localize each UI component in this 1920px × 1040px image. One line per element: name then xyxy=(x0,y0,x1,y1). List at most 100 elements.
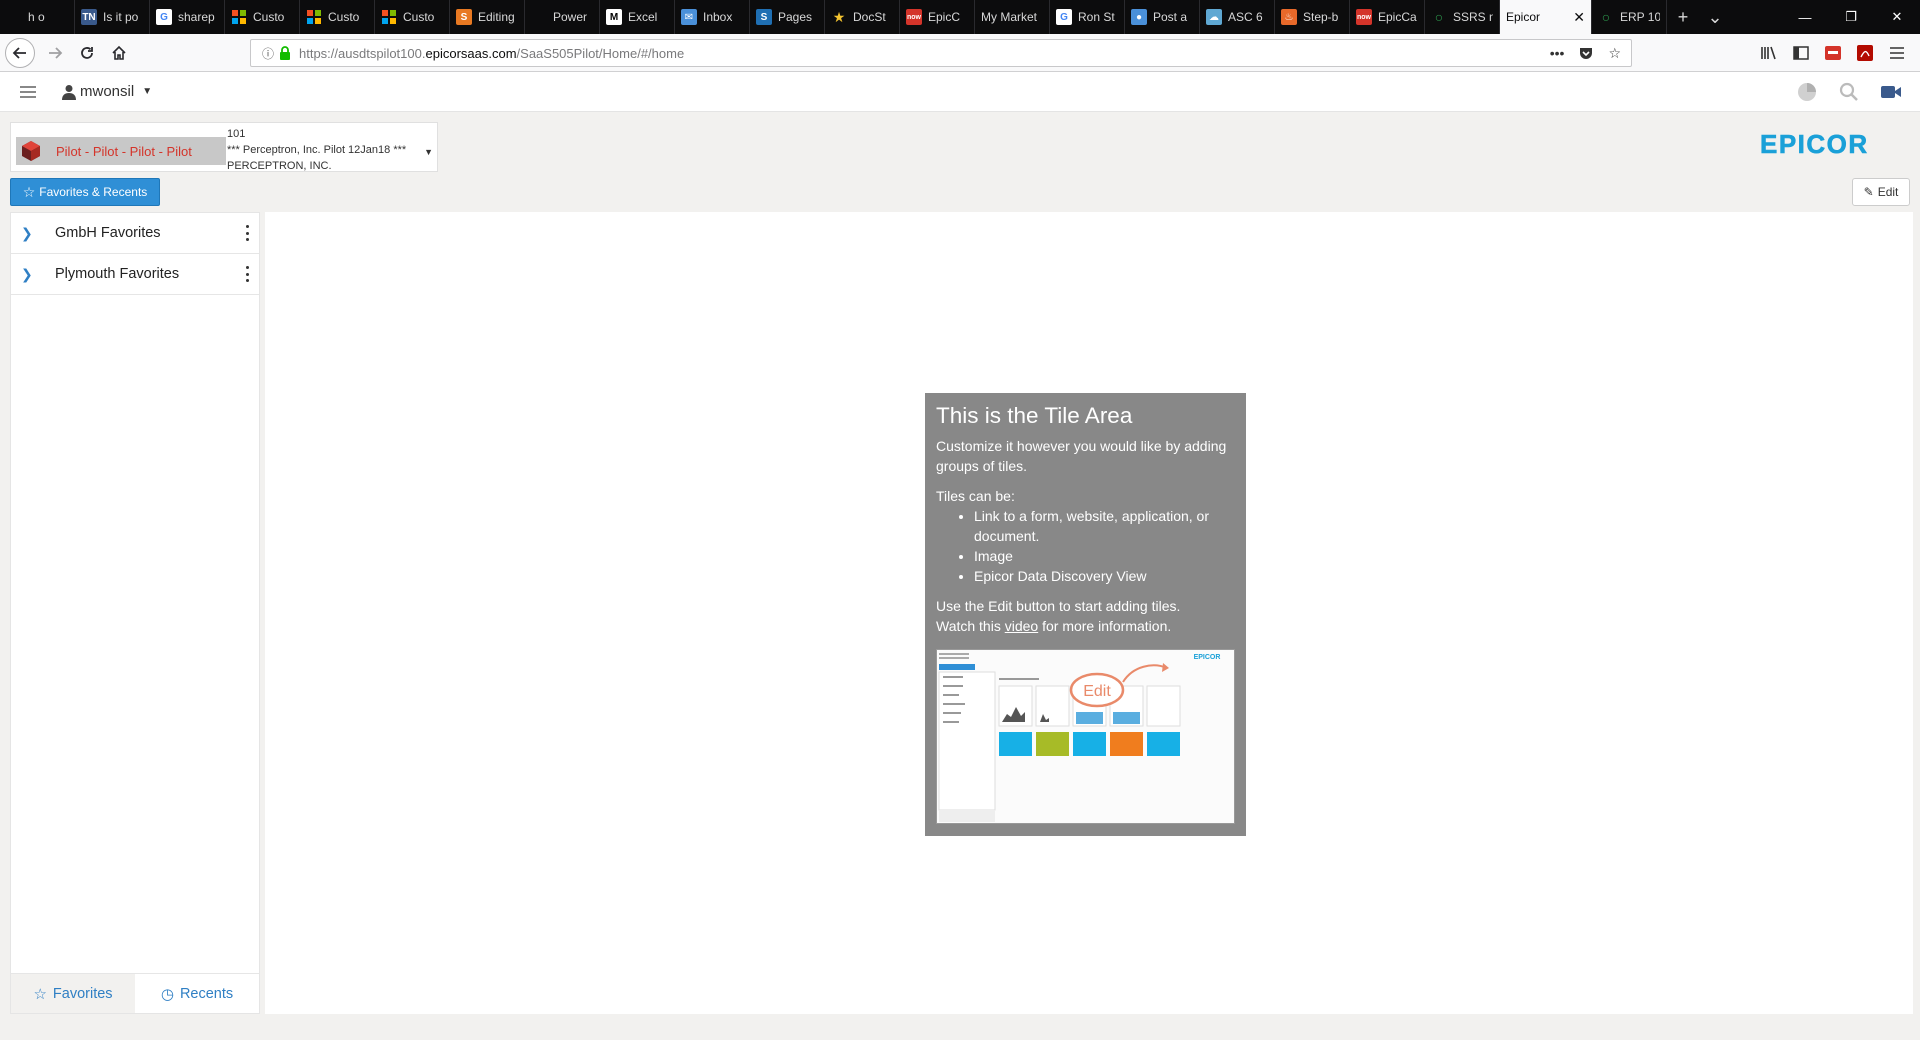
arrow-right-icon xyxy=(49,46,63,59)
reload-button[interactable] xyxy=(71,38,103,68)
browser-tab[interactable]: G Ron St xyxy=(1050,0,1125,34)
browser-tab[interactable]: ♨ Step-b xyxy=(1275,0,1350,34)
extension-red-icon[interactable] xyxy=(1822,42,1844,64)
browser-tab[interactable]: S Pages xyxy=(750,0,825,34)
hamburger-menu-icon[interactable] xyxy=(20,85,36,98)
sidebar-item-plymouth-favorites[interactable]: ❯ Plymouth Favorites xyxy=(11,254,259,295)
sidebar-icon[interactable] xyxy=(1790,42,1812,64)
browser-tab[interactable]: TN Is it po xyxy=(75,0,150,34)
browser-tab-label: Editing xyxy=(478,10,515,24)
browser-tab-label: h o xyxy=(28,10,45,24)
kebab-menu-icon[interactable] xyxy=(245,266,249,282)
svg-text:Edit: Edit xyxy=(1083,683,1111,700)
close-window-button[interactable]: ✕ xyxy=(1874,0,1920,34)
browser-tab[interactable]: My Market xyxy=(975,0,1050,34)
chevron-right-icon[interactable]: ❯ xyxy=(21,225,33,242)
sidebar-item-label: GmbH Favorites xyxy=(55,225,161,241)
edit-button[interactable]: ✎ Edit xyxy=(1852,178,1910,206)
search-icon[interactable] xyxy=(1838,81,1860,103)
tab-favorites[interactable]: ☆ Favorites xyxy=(11,974,135,1013)
browser-tab-label: Custo xyxy=(328,10,360,24)
browser-tab[interactable]: ★ DocSt xyxy=(825,0,900,34)
microsoft-icon xyxy=(381,9,397,25)
info-icon[interactable]: ⓘ xyxy=(259,45,277,61)
browser-tab[interactable]: S Editing xyxy=(450,0,525,34)
forward-button[interactable] xyxy=(39,38,71,68)
browser-tab[interactable]: now EpicCa xyxy=(1350,0,1425,34)
browser-tab[interactable]: Custo xyxy=(225,0,300,34)
google-icon: G xyxy=(1056,9,1072,25)
power-icon xyxy=(531,9,547,25)
svg-text:EPICOR: EPICOR xyxy=(1760,130,1869,159)
user-icon xyxy=(62,84,76,100)
home-button[interactable] xyxy=(103,38,135,68)
close-tab-icon[interactable]: ✕ xyxy=(1573,9,1585,26)
pie-chart-icon[interactable] xyxy=(1796,81,1818,103)
library-icon[interactable] xyxy=(1758,42,1780,64)
bookmark-star-icon[interactable]: ☆ xyxy=(1608,45,1621,62)
company-selector[interactable]: Pilot - Pilot - Pilot - Pilot 101 *** Pe… xyxy=(10,122,438,172)
caret-down-icon[interactable]: ▼ xyxy=(424,147,433,157)
video-camera-icon[interactable] xyxy=(1880,81,1902,103)
m-icon: M xyxy=(606,9,622,25)
video-link[interactable]: video xyxy=(1005,618,1038,634)
browser-tab[interactable]: Epicor ✕ xyxy=(1500,0,1592,34)
info-card-video-line: Watch this video for more information. xyxy=(936,618,1172,634)
browser-tab-label: Epicor xyxy=(1506,10,1541,24)
list-item: Epicor Data Discovery View xyxy=(974,566,1235,586)
browser-tab[interactable]: Custo xyxy=(300,0,375,34)
kebab-menu-icon[interactable] xyxy=(245,225,249,241)
browser-tab-label: Inbox xyxy=(703,10,733,24)
url-bar[interactable]: ⓘ https://ausdtspilot100.epicorsaas.com/… xyxy=(250,39,1632,67)
browser-tab-label: Ron St xyxy=(1078,10,1115,24)
user-menu[interactable]: mwonsil ▼ xyxy=(62,83,152,100)
browser-tab[interactable]: ☁ ASC 6 xyxy=(1200,0,1275,34)
page-actions-icon[interactable]: ••• xyxy=(1550,45,1565,61)
browser-tab[interactable]: Gsharep xyxy=(150,0,225,34)
browser-tab[interactable]: Power xyxy=(525,0,600,34)
chevron-right-icon[interactable]: ❯ xyxy=(21,266,33,283)
lock-icon[interactable] xyxy=(279,45,293,61)
browser-tab-label: ASC 6 xyxy=(1228,10,1263,24)
svg-text:EPICOR: EPICOR xyxy=(1194,654,1221,661)
pocket-icon[interactable] xyxy=(1578,45,1594,61)
cloud-icon: ☁ xyxy=(1206,9,1222,25)
browser-tab[interactable]: M Excel xyxy=(600,0,675,34)
browser-tab[interactable]: ○ ERP 10 xyxy=(1592,0,1667,34)
google-icon: G xyxy=(156,9,172,25)
browser-tab-label: Is it po xyxy=(103,10,139,24)
circle-icon: ○ xyxy=(1434,9,1444,25)
favorites-recents-button[interactable]: ☆ Favorites & Recents xyxy=(10,178,160,206)
list-all-tabs-button[interactable]: ⌄ xyxy=(1699,0,1731,34)
browser-tab-label: Step-b xyxy=(1303,10,1339,24)
tile-area-info-card: This is the Tile Area Customize it howev… xyxy=(925,393,1246,836)
browser-tab[interactable]: h o xyxy=(0,0,75,34)
info-card-outro: Use the Edit button to start adding tile… xyxy=(936,598,1181,614)
browser-tab[interactable]: ✉ Inbox xyxy=(675,0,750,34)
company-info: 101 *** Perceptron, Inc. Pilot 12Jan18 *… xyxy=(227,126,406,174)
browser-tab-label: Custo xyxy=(403,10,435,24)
company-cube-icon xyxy=(22,141,40,161)
url-text: https://ausdtspilot100.epicorsaas.com/Sa… xyxy=(299,45,685,61)
new-tab-button[interactable]: + xyxy=(1667,0,1699,34)
menu-icon[interactable] xyxy=(1886,42,1908,64)
browser-tab[interactable]: ○ SSRS n xyxy=(1425,0,1500,34)
sharepoint-icon: S xyxy=(756,9,772,25)
tn-icon: TN xyxy=(81,9,97,25)
browser-tab[interactable]: Custo xyxy=(375,0,450,34)
app-header: mwonsil ▼ xyxy=(0,72,1920,112)
header-actions xyxy=(1796,81,1902,103)
sidebar-item-gmbh-favorites[interactable]: ❯ GmbH Favorites xyxy=(11,213,259,254)
tab-recents[interactable]: ◷ Recents xyxy=(135,974,259,1013)
minimize-button[interactable]: — xyxy=(1782,0,1828,34)
browser-tab[interactable]: ● Post a xyxy=(1125,0,1200,34)
acrobat-icon[interactable] xyxy=(1854,42,1876,64)
tab-list: h o TN Is it po Gsharep Custo Custo Custo S Edit… xyxy=(0,0,1667,34)
home-icon xyxy=(112,45,126,60)
circle-icon: ○ xyxy=(1601,9,1611,25)
browser-tab[interactable]: now EpicC xyxy=(900,0,975,34)
back-button[interactable] xyxy=(5,37,35,68)
browser-tab-label: EpicC xyxy=(928,10,961,24)
toolbar-right xyxy=(1758,34,1920,72)
restore-button[interactable]: ❐ xyxy=(1828,0,1874,34)
